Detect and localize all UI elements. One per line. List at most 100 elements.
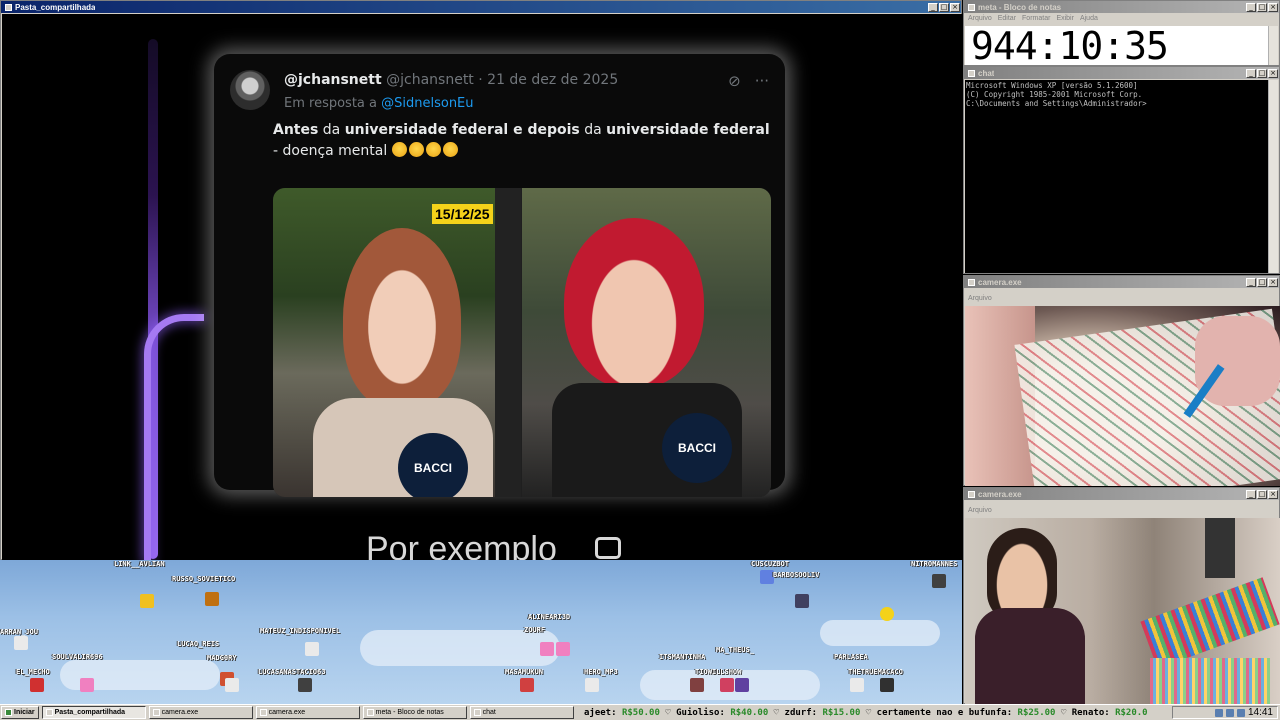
chatter-avatar-sprite: [14, 636, 28, 650]
donation-amount: R$40.00: [730, 708, 769, 718]
donation-amount: R$25.00: [1017, 708, 1056, 718]
main-titlebar[interactable]: Pasta_compartilhada _ □ ×: [1, 1, 961, 13]
console-prompt: C:\Documents and Settings\Administrador>: [966, 99, 1147, 108]
chatter-avatar-sprite: [80, 678, 94, 692]
close-button[interactable]: ×: [1268, 489, 1278, 499]
chatter-name: EL_MECHO: [16, 668, 50, 676]
grok-icon[interactable]: ⊘: [728, 72, 741, 90]
camera-feed-coloring-book: [965, 306, 1280, 486]
minimize-button[interactable]: _: [1246, 277, 1256, 287]
menu-arquivo[interactable]: Arquivo: [968, 295, 992, 302]
task-pasta-compartilhada[interactable]: Pasta_compartilhada: [41, 706, 146, 719]
notepad-title: meta - Bloco de notas: [978, 2, 1062, 12]
caption-subtitle: Por exemplo: [366, 530, 557, 561]
chat-titlebar[interactable]: chat _ □ ×: [964, 67, 1279, 79]
maximize-button[interactable]: □: [1257, 68, 1267, 78]
chatter-avatar-sprite: [540, 642, 554, 656]
camera-feed-streamer: [965, 518, 1280, 704]
volume-icon[interactable]: [1225, 708, 1234, 717]
camera-titlebar[interactable]: camera.exe _ □ ×: [964, 488, 1279, 500]
task-label: meta - Bloco de notas: [375, 709, 444, 716]
close-button[interactable]: ×: [1268, 68, 1278, 78]
donor-name: ajeet:: [584, 708, 622, 718]
menu-arquivo[interactable]: Arquivo: [968, 15, 992, 22]
maximize-button[interactable]: □: [1257, 2, 1267, 12]
chatter-name: CUSCUZBOT: [751, 560, 789, 568]
chatter-name: MA_THEUS_: [716, 646, 754, 654]
donation-amount: R$20.0: [1115, 708, 1148, 718]
task-camera-1[interactable]: camera.exe: [148, 706, 253, 719]
start-button[interactable]: Iniciar: [1, 706, 39, 719]
console-scrollbar[interactable]: [1268, 80, 1278, 273]
emoji-icon: [425, 142, 441, 157]
chatter-avatar-sprite: [735, 678, 749, 692]
camera-title: camera.exe: [978, 277, 1022, 287]
woman-portrait-before: [343, 228, 461, 408]
tweet-text: Antes da universidade federal e depois d…: [273, 120, 773, 162]
avatar[interactable]: [230, 70, 270, 110]
chatter-name: RUSSO_SOVIETICO: [172, 575, 236, 583]
main-window-title: Pasta_compartilhada: [15, 2, 96, 12]
emoji-icon: [391, 142, 407, 157]
close-button[interactable]: ×: [1268, 2, 1278, 12]
chatter-avatar-sprite: [298, 678, 312, 692]
microphone: [1205, 518, 1235, 578]
marker-set: [1140, 577, 1280, 669]
network-icon[interactable]: [1214, 708, 1223, 717]
minimize-button[interactable]: _: [928, 2, 938, 12]
clock[interactable]: 14:41: [1248, 707, 1273, 718]
reply-mention-link[interactable]: @SidnelsonEu: [381, 96, 473, 111]
reply-context: Em resposta a @SidnelsonEu: [284, 96, 474, 111]
menu-arquivo[interactable]: Arquivo: [968, 507, 992, 514]
notepad-scrollbar[interactable]: [1268, 26, 1278, 65]
task-notepad[interactable]: meta - Bloco de notas: [362, 706, 467, 719]
chatter-name: PARLASEA: [834, 653, 868, 661]
stream-chatters-overlay: LINK__AVLIAN RUSSO_SOVIETICO ARRAN_JOU SOUL…: [0, 560, 962, 704]
more-options-icon[interactable]: ···: [755, 72, 769, 90]
camera-icon: [152, 709, 160, 716]
console-icon: [473, 709, 481, 716]
minimize-button[interactable]: _: [1246, 68, 1256, 78]
tweet-text-segment: - doença mental: [273, 143, 392, 159]
minimize-button[interactable]: _: [1246, 2, 1256, 12]
menu-exibir[interactable]: Exibir: [1056, 15, 1074, 22]
task-label: chat: [482, 709, 496, 716]
console-line: Microsoft Windows XP [versão 5.1.2600]: [966, 81, 1138, 90]
console-output[interactable]: Microsoft Windows XP [versão 5.1.2600] (C…: [965, 80, 1270, 273]
close-button[interactable]: ×: [1268, 277, 1278, 287]
star-icon: [880, 607, 894, 621]
maximize-button[interactable]: □: [1257, 277, 1267, 287]
console-line: (C) Copyright 1985-2001 Microsoft Corp.: [966, 90, 1143, 99]
tweet-text-segment: universidade federal: [606, 122, 770, 138]
task-label: camera.exe: [268, 709, 306, 716]
microphone-logo: BACCI: [662, 413, 732, 483]
close-button[interactable]: ×: [950, 2, 960, 12]
camera-title: camera.exe: [978, 489, 1022, 499]
camera-titlebar[interactable]: camera.exe _ □ ×: [964, 276, 1279, 288]
maximize-button[interactable]: □: [939, 2, 949, 12]
chatter-avatar-sprite: [585, 678, 599, 692]
menu-editar[interactable]: Editar: [998, 15, 1016, 22]
menu-ajuda[interactable]: Ajuda: [1080, 15, 1098, 22]
notepad-titlebar[interactable]: meta - Bloco de notas _ □ ×: [964, 1, 1279, 13]
camera-menubar: Arquivo: [964, 500, 1279, 517]
task-camera-2[interactable]: camera.exe: [255, 706, 360, 719]
security-icon[interactable]: [1236, 708, 1245, 717]
chatter-name: BARBOSOOLIV: [773, 571, 820, 579]
tweet-image[interactable]: BACCI 15/12/25 BACCI: [273, 188, 771, 497]
menu-formatar[interactable]: Formatar: [1022, 15, 1050, 22]
image-icon: [595, 537, 621, 559]
chatter-name: MASAMUKUN: [505, 668, 543, 676]
chatter-name: HERO_MP3: [584, 668, 618, 676]
console-icon: [968, 69, 975, 77]
maximize-button[interactable]: □: [1257, 489, 1267, 499]
display-name[interactable]: @jchansnett: [284, 72, 382, 88]
image-panel-before: BACCI 15/12/25: [273, 188, 520, 497]
woman-portrait-after: [564, 218, 704, 388]
chatter-avatar-sprite: [720, 678, 734, 692]
minimize-button[interactable]: _: [1246, 489, 1256, 499]
notepad-text-area[interactable]: 944:10:35: [965, 26, 1270, 65]
system-tray: 14:41: [1172, 706, 1278, 719]
task-chat[interactable]: chat: [469, 706, 574, 719]
handle: @jchansnett: [386, 72, 474, 88]
